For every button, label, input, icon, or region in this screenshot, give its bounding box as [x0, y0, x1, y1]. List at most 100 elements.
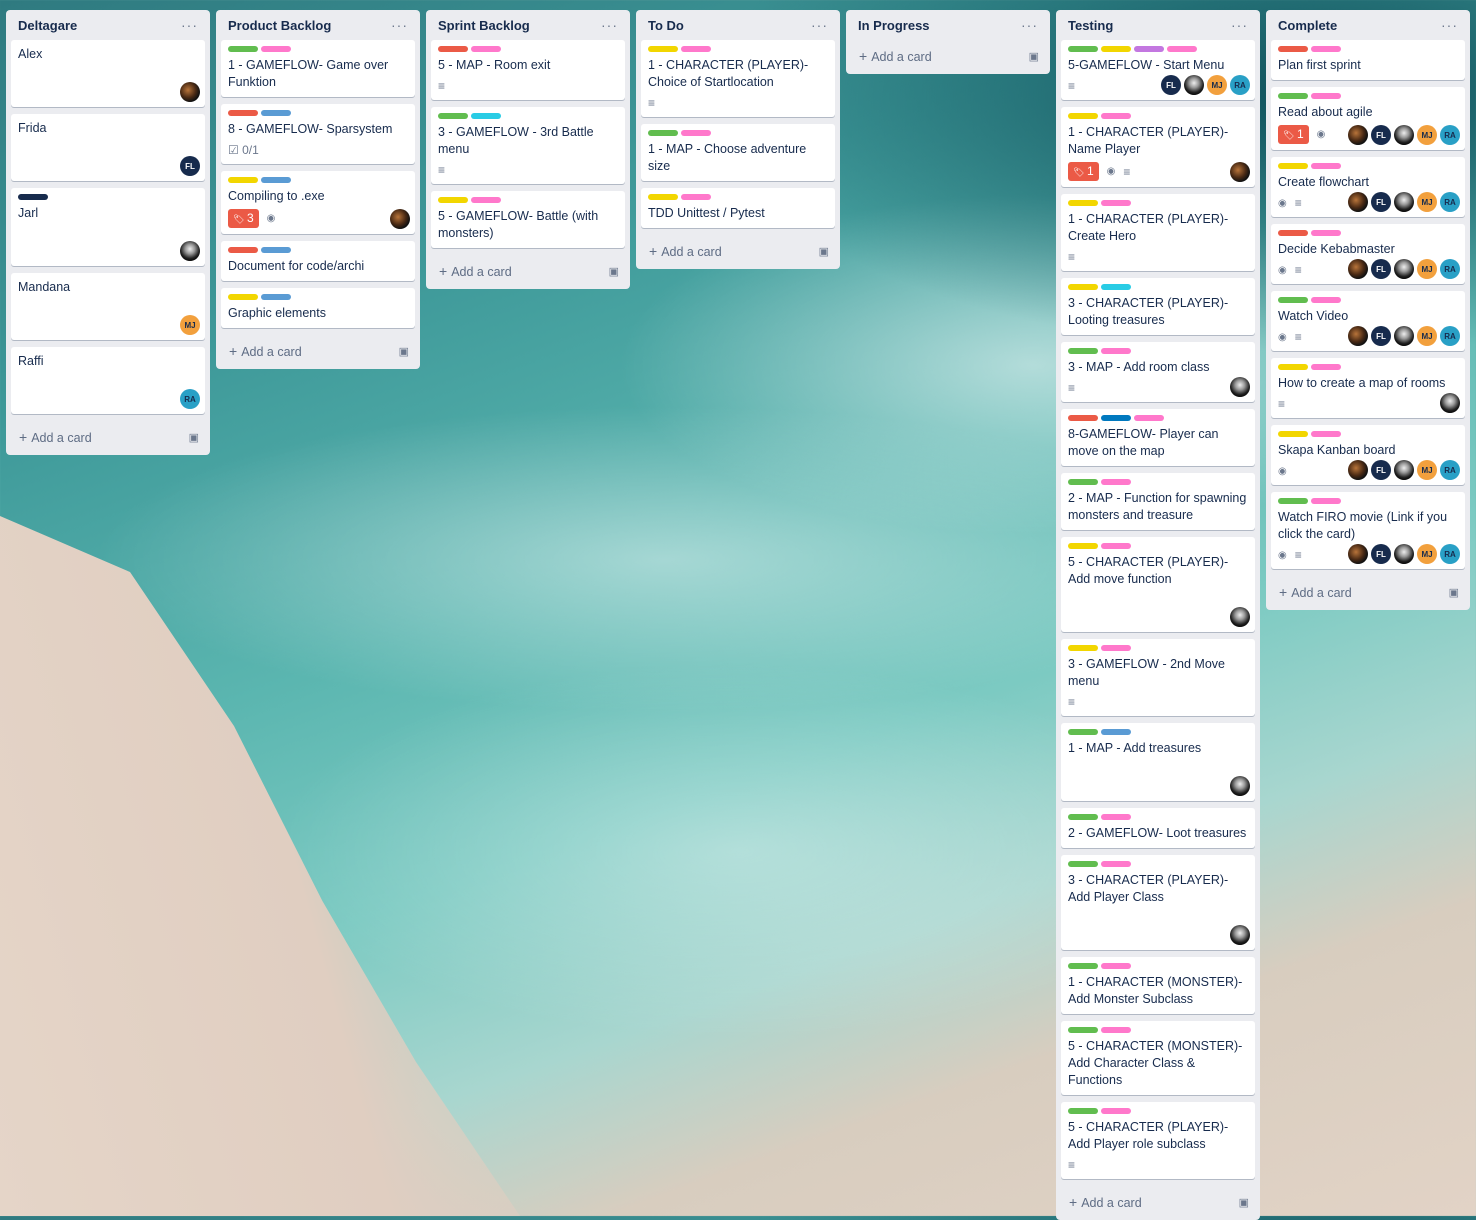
card-label[interactable]: [1134, 46, 1164, 52]
list-title[interactable]: Complete: [1278, 18, 1337, 33]
member-avatar[interactable]: FL: [1371, 460, 1391, 480]
member-avatar[interactable]: FL: [1371, 326, 1391, 346]
card-label[interactable]: [261, 294, 291, 300]
add-card-button[interactable]: + Add a card ▣: [431, 255, 625, 283]
card[interactable]: Frida FL: [11, 114, 205, 181]
member-avatar[interactable]: [1348, 544, 1368, 564]
card[interactable]: 2 - MAP - Function for spawning monsters…: [1061, 473, 1255, 530]
card-label[interactable]: [1068, 1027, 1098, 1033]
member-avatar[interactable]: [1348, 192, 1368, 212]
card-label[interactable]: [1068, 200, 1098, 206]
card[interactable]: TDD Unittest / Pytest: [641, 188, 835, 228]
member-avatar[interactable]: [390, 209, 410, 229]
template-icon[interactable]: ▣: [609, 265, 619, 278]
card-label[interactable]: [228, 247, 258, 253]
card[interactable]: Decide Kebabmaster ◉ ≡ FL MJ RA: [1271, 224, 1465, 284]
member-avatar[interactable]: RA: [1440, 192, 1460, 212]
member-avatar[interactable]: [1230, 925, 1250, 945]
member-avatar[interactable]: [1348, 326, 1368, 346]
card[interactable]: 5 - GAMEFLOW- Battle (with monsters): [431, 191, 625, 248]
template-icon[interactable]: ▣: [399, 345, 409, 358]
card-label[interactable]: [1278, 93, 1308, 99]
card-label[interactable]: [1068, 113, 1098, 119]
member-avatar[interactable]: [1348, 125, 1368, 145]
list-menu-button[interactable]: ···: [601, 17, 618, 33]
list-title[interactable]: To Do: [648, 18, 684, 33]
card[interactable]: Alex: [11, 40, 205, 107]
card-label[interactable]: [261, 46, 291, 52]
card-label[interactable]: [1101, 348, 1131, 354]
card-label[interactable]: [1101, 729, 1131, 735]
member-avatar[interactable]: RA: [1230, 75, 1250, 95]
list-menu-button[interactable]: ···: [1441, 17, 1458, 33]
card-label[interactable]: [1278, 46, 1308, 52]
card-label[interactable]: [1101, 200, 1131, 206]
member-avatar[interactable]: RA: [1440, 544, 1460, 564]
card[interactable]: 8-GAMEFLOW- Player can move on the map: [1061, 409, 1255, 466]
card-label[interactable]: [1101, 113, 1131, 119]
card-label[interactable]: [1068, 543, 1098, 549]
card-label[interactable]: [1101, 1108, 1131, 1114]
member-avatar[interactable]: [1230, 377, 1250, 397]
card[interactable]: 1 - CHARACTER (MONSTER)- Add Monster Sub…: [1061, 957, 1255, 1014]
card[interactable]: 5 - CHARACTER (PLAYER)- Add Player role …: [1061, 1102, 1255, 1179]
card-label[interactable]: [1068, 963, 1098, 969]
card-label[interactable]: [1101, 479, 1131, 485]
member-avatar[interactable]: RA: [1440, 259, 1460, 279]
card-label[interactable]: [1278, 364, 1308, 370]
card[interactable]: Mandana MJ: [11, 273, 205, 340]
member-avatar[interactable]: [1348, 460, 1368, 480]
card[interactable]: 3 - MAP - Add room class ≡: [1061, 342, 1255, 402]
member-avatar[interactable]: [1394, 192, 1414, 212]
card-label[interactable]: [1311, 364, 1341, 370]
card-label[interactable]: [1101, 46, 1131, 52]
card[interactable]: 5 - MAP - Room exit ≡: [431, 40, 625, 100]
add-card-button[interactable]: + Add a card ▣: [851, 40, 1045, 68]
list-title[interactable]: Sprint Backlog: [438, 18, 530, 33]
card[interactable]: Read about agile 🏷 1 ◉ FL MJ RA: [1271, 87, 1465, 150]
add-card-button[interactable]: + Add a card ▣: [221, 335, 415, 363]
card-label[interactable]: [261, 247, 291, 253]
card-label[interactable]: [1311, 297, 1341, 303]
list-title[interactable]: In Progress: [858, 18, 930, 33]
card-label[interactable]: [1068, 348, 1098, 354]
member-avatar[interactable]: MJ: [1417, 460, 1437, 480]
card-label[interactable]: [228, 294, 258, 300]
card-label[interactable]: [1101, 645, 1131, 651]
card-label[interactable]: [1068, 46, 1098, 52]
card[interactable]: Document for code/archi: [221, 241, 415, 281]
card-label[interactable]: [1068, 479, 1098, 485]
member-avatar[interactable]: MJ: [1207, 75, 1227, 95]
card-label[interactable]: [648, 130, 678, 136]
card[interactable]: 1 - MAP - Choose adventure size: [641, 124, 835, 181]
card[interactable]: 3 - CHARACTER (PLAYER)- Looting treasure…: [1061, 278, 1255, 335]
add-card-button[interactable]: + Add a card ▣: [11, 421, 205, 449]
card-label[interactable]: [1278, 230, 1308, 236]
member-avatar[interactable]: MJ: [1417, 192, 1437, 212]
card-label[interactable]: [1101, 415, 1131, 421]
card[interactable]: 1 - CHARACTER (PLAYER)- Name Player 🏷 1 ◉ ≡: [1061, 107, 1255, 187]
member-avatar[interactable]: MJ: [180, 315, 200, 335]
member-avatar[interactable]: [1230, 162, 1250, 182]
card-label[interactable]: [1101, 963, 1131, 969]
list-title[interactable]: Deltagare: [18, 18, 77, 33]
card-label[interactable]: [1311, 230, 1341, 236]
add-card-button[interactable]: + Add a card ▣: [641, 235, 835, 263]
list-menu-button[interactable]: ···: [391, 17, 408, 33]
member-avatar[interactable]: RA: [1440, 460, 1460, 480]
card[interactable]: Watch FIRO movie (Link if you click the …: [1271, 492, 1465, 569]
card[interactable]: 1 - MAP - Add treasures: [1061, 723, 1255, 801]
add-card-button[interactable]: + Add a card ▣: [1061, 1186, 1255, 1214]
card-label[interactable]: [1068, 861, 1098, 867]
card-label[interactable]: [1278, 498, 1308, 504]
card-label[interactable]: [18, 194, 48, 200]
card[interactable]: 3 - GAMEFLOW - 3rd Battle menu ≡: [431, 107, 625, 184]
member-avatar[interactable]: RA: [1440, 326, 1460, 346]
card-label[interactable]: [1068, 645, 1098, 651]
card[interactable]: 8 - GAMEFLOW- Sparsystem ☑ 0/1: [221, 104, 415, 164]
card-label[interactable]: [681, 130, 711, 136]
card-label[interactable]: [1167, 46, 1197, 52]
list-menu-button[interactable]: ···: [811, 17, 828, 33]
card-label[interactable]: [1068, 1108, 1098, 1114]
card[interactable]: 1 - GAMEFLOW- Game over Funktion: [221, 40, 415, 97]
